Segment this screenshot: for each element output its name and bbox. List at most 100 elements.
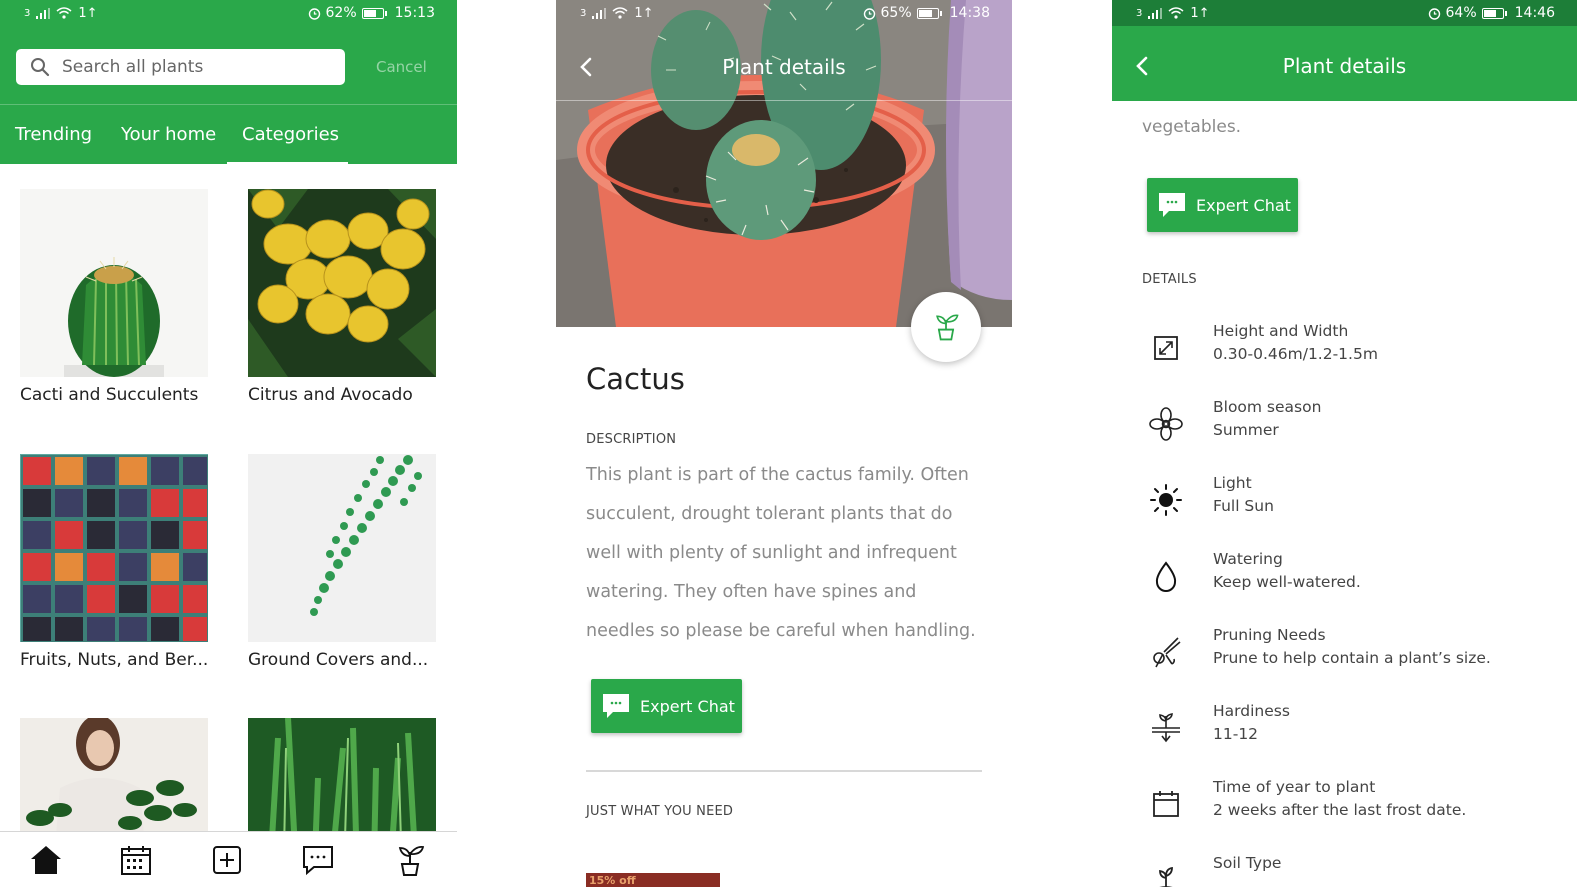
detail-value: 0.30-0.46m/1.2-1.5m [1213,345,1378,363]
detail-title: Pruning Needs [1213,626,1326,644]
detail-row-soil: Soil Type [1112,854,1577,887]
page-title: Plant details [1282,54,1407,78]
detail-value: 11-12 [1213,725,1259,743]
search-icon [31,58,50,77]
calendar-icon[interactable] [118,842,154,878]
wifi-icon [612,7,628,19]
battery-icon [361,7,387,19]
section-divider [586,770,982,772]
detail-row-watering: Watering Keep well-watered. [1112,550,1577,610]
details-header: 3 1↑ 64% 14:46 Plant details [1112,0,1577,101]
plant-name: Cactus [586,362,685,396]
detail-title: Bloom season [1213,398,1322,416]
battery-percent: 64% [1445,5,1477,21]
signal-icon [1148,7,1163,19]
bottom-navigation [0,831,457,887]
status-time: 14:46 [1514,5,1555,21]
data-indicator: 1↑ [634,5,654,21]
detail-row-bloom: Bloom season Summer [1112,398,1577,458]
wifi-icon [56,7,72,19]
expert-chat-label: Expert Chat [640,696,735,716]
cactus-image [20,189,208,377]
description-label: DESCRIPTION [586,432,677,447]
cancel-button[interactable]: Cancel [376,58,427,76]
wifi-icon [1168,7,1184,19]
water-drop-icon [1148,558,1184,594]
chat-bubble-icon [603,694,629,718]
detail-value: Summer [1213,421,1279,439]
status-bar: 3 1↑ 65% 14:38 [556,0,1012,26]
category-label: Ground Covers and... [248,650,429,670]
chat-icon[interactable] [300,842,336,878]
alarm-icon [308,7,320,20]
plant-details-scrolled-screen: 3 1↑ 64% 14:46 Plant details vegetables.… [1112,0,1577,887]
resize-icon [1148,330,1184,366]
flower-icon [1148,406,1184,442]
category-card-citrus[interactable]: Citrus and Avocado [248,189,436,405]
status-time: 15:13 [394,5,435,21]
ground-cover-image [248,454,436,642]
detail-row-hardiness: Hardiness 11-12 [1112,702,1577,762]
battery-icon [916,7,942,19]
promo-banner[interactable]: 15% off [586,873,720,887]
add-icon[interactable] [209,842,245,878]
calendar-icon [1148,786,1184,822]
tab-categories[interactable]: Categories [242,105,339,165]
battery-icon [1481,7,1507,19]
tab-your-home[interactable]: Your home [121,105,216,165]
category-card-ground-covers[interactable]: Ground Covers and... [248,454,436,670]
category-tabs: Trending Your home Categories [0,104,457,165]
battery-percent: 65% [880,5,912,21]
detail-value: Keep well-watered. [1213,573,1361,591]
description-tail: vegetables. [1142,117,1242,137]
category-label: Fruits, Nuts, and Ber... [20,650,209,670]
data-indicator: 1↑ [1190,5,1210,21]
lemons-image [248,189,436,377]
plant-search-screen: 3 1↑ 62% 15:13 Cancel Trending Your home… [0,0,457,887]
details-label: DETAILS [1142,272,1197,287]
expert-chat-label: Expert Chat [1196,195,1291,215]
expert-chat-button[interactable]: Expert Chat [591,679,742,733]
sun-icon [1148,482,1184,518]
pruning-shears-icon [1148,634,1184,670]
home-icon[interactable] [28,842,64,878]
search-header: 3 1↑ 62% 15:13 Cancel Trending Your home… [0,0,457,165]
details-app-bar: Plant details [556,32,1012,101]
page-title: Plant details [722,55,846,79]
detail-row-size: Height and Width 0.30-0.46m/1.2-1.5m [1112,322,1577,382]
detail-title: Watering [1213,550,1283,568]
status-bar: 3 1↑ 64% 14:46 [1112,0,1577,26]
active-tab-indicator [227,162,348,165]
detail-value: Full Sun [1213,497,1274,515]
category-card-fruits[interactable]: Fruits, Nuts, and Ber... [20,454,208,670]
category-label: Cacti and Succulents [20,385,199,405]
detail-row-planting-time: Time of year to plant 2 weeks after the … [1112,778,1577,838]
signal-icon [36,7,51,19]
plant-icon [936,314,959,341]
expert-chat-button[interactable]: Expert Chat [1147,178,1298,232]
signal-icon [592,7,607,19]
detail-row-light: Light Full Sun [1112,474,1577,534]
detail-title: Time of year to plant [1213,778,1376,796]
status-bar: 3 1↑ 62% 15:13 [0,0,457,26]
category-card-cacti[interactable]: Cacti and Succulents [20,189,208,405]
hardiness-icon [1148,710,1184,746]
battery-percent: 62% [325,5,357,21]
soil-icon [1148,862,1184,887]
alarm-icon [1428,7,1440,20]
chat-bubble-icon [1159,193,1185,217]
carrier-label: 3 [24,7,31,19]
tab-trending[interactable]: Trending [15,105,92,165]
detail-value: Prune to help contain a plant’s size. [1213,649,1491,667]
data-indicator: 1↑ [78,5,98,21]
plant-icon[interactable] [392,842,428,878]
alarm-icon [863,7,875,20]
category-label: Citrus and Avocado [248,385,413,405]
berries-image [20,454,208,642]
search-input[interactable] [62,57,322,77]
search-box[interactable] [16,49,345,85]
detail-title: Height and Width [1213,322,1349,340]
add-to-garden-button[interactable] [911,292,981,362]
detail-title: Hardiness [1213,702,1290,720]
carrier-label: 3 [1136,7,1143,19]
